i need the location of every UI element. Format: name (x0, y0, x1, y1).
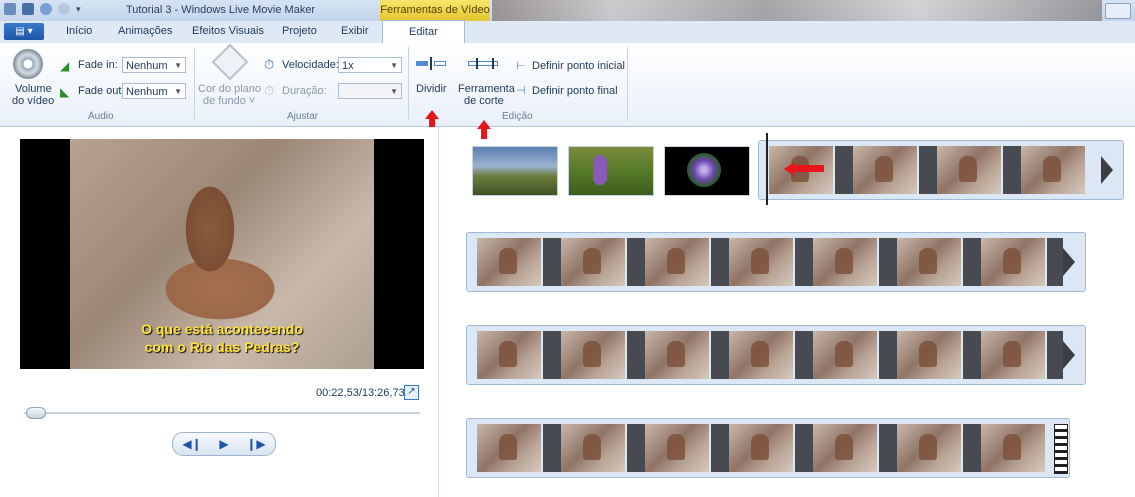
trim-tool-button[interactable]: Ferramenta (458, 83, 515, 95)
video-preview[interactable]: O que está acontecendo com o Rio das Ped… (20, 139, 424, 369)
video-caption-line1: O que está acontecendo (141, 321, 303, 337)
storyboard-video-clip[interactable] (466, 418, 1070, 478)
speed-dropdown[interactable]: 1x ▼ (338, 57, 402, 73)
timecode: 00:22,53/13:26,73 (316, 387, 405, 399)
bg-color-label-2[interactable]: de fundo ˅ (203, 95, 255, 107)
video-volume-icon[interactable] (13, 49, 43, 79)
playback-controls: ◀❙ ▶ ❙▶ (172, 432, 276, 456)
paint-bucket-icon[interactable] (211, 43, 249, 81)
tab-efeitos-visuais[interactable]: Efeitos Visuais (192, 25, 264, 37)
tab-animacoes[interactable]: Animações (118, 25, 172, 37)
seek-bar[interactable] (24, 412, 420, 414)
group-divider (194, 47, 195, 121)
group-label-adjust: Ajustar (287, 111, 319, 122)
quick-access-toolbar: ▾ (4, 3, 81, 15)
seek-thumb[interactable] (26, 407, 47, 419)
chevron-down-icon: ▼ (390, 61, 398, 70)
group-label-edit: Edição (502, 111, 533, 122)
window-title: Tutorial 3 - Windows Live Movie Maker (126, 4, 316, 16)
trim-tool-icon[interactable] (468, 58, 498, 69)
save-icon[interactable] (22, 3, 34, 15)
playhead[interactable] (766, 133, 768, 205)
set-end-point-button[interactable]: Definir ponto final (532, 85, 618, 97)
duration-icon: ⏱ (264, 83, 275, 98)
storyboard-clip-flowers-field[interactable] (568, 146, 654, 196)
popout-preview-icon[interactable]: ↗ (404, 385, 419, 400)
preview-pane: O que está acontecendo com o Rio das Ped… (0, 127, 439, 497)
redo-icon[interactable] (58, 3, 70, 15)
clip-end-marker (1054, 424, 1068, 474)
application-menu-button[interactable]: ▤ ▾ (4, 23, 44, 40)
video-volume-label-2[interactable]: do vídeo (12, 95, 54, 107)
split-button[interactable]: Dividir (416, 83, 447, 95)
set-start-point-button[interactable]: Definir ponto inicial (532, 60, 625, 72)
group-divider (408, 47, 409, 121)
set-start-point-icon: ⊢ (516, 60, 526, 72)
speed-label: Velocidade: (282, 59, 339, 71)
fade-in-label: Fade in: (78, 59, 118, 71)
duration-label: Duração: (282, 85, 327, 97)
storyboard-video-clip[interactable] (466, 325, 1086, 385)
tab-editar[interactable]: Editar (382, 20, 465, 44)
speed-icon: ⏱ (264, 57, 275, 72)
fade-out-icon: ◣ (60, 85, 70, 99)
previous-frame-icon[interactable]: ◀❙ (177, 435, 207, 453)
storyboard-video-clip[interactable] (466, 232, 1086, 292)
title-bar: ▾ Tutorial 3 - Windows Live Movie Maker … (0, 0, 1135, 22)
chevron-down-icon: ▼ (174, 61, 182, 70)
set-end-point-icon: ⊣ (516, 85, 526, 97)
fade-in-dropdown[interactable]: Nenhum ▼ (122, 57, 186, 73)
ribbon-tabs: ▤ ▾ Início Animações Efeitos Visuais Pro… (0, 20, 1135, 44)
tab-exibir[interactable]: Exibir (341, 25, 369, 37)
tab-inicio[interactable]: Início (66, 25, 92, 37)
title-background-image (492, 0, 1102, 21)
context-tab-video-tools: Ferramentas de Vídeo (380, 0, 490, 21)
group-divider (627, 47, 628, 121)
chevron-down-icon: ▼ (174, 87, 182, 96)
duration-dropdown[interactable]: ▼ (338, 83, 402, 99)
tab-projeto[interactable]: Projeto (282, 25, 317, 37)
fade-in-icon: ◢ (60, 59, 70, 73)
storyboard-clip-purple-flower[interactable] (664, 146, 750, 196)
undo-icon[interactable] (40, 3, 52, 15)
trim-tool-label-2[interactable]: de corte (464, 95, 504, 107)
storyboard-clip-landscape[interactable] (472, 146, 558, 196)
window-control-button[interactable] (1105, 3, 1131, 19)
customize-toolbar-icon[interactable]: ▾ (76, 4, 81, 15)
next-frame-icon[interactable]: ❙▶ (241, 435, 271, 453)
fade-out-label: Fade out: (78, 85, 125, 97)
fade-out-dropdown[interactable]: Nenhum ▼ (122, 83, 186, 99)
video-volume-label[interactable]: Volume (15, 83, 52, 95)
play-icon[interactable]: ▶ (209, 435, 239, 453)
split-icon[interactable] (416, 57, 446, 70)
video-caption-line2: com o Rio das Pedras? (144, 339, 300, 355)
bg-color-label[interactable]: Cor do plano (198, 83, 261, 95)
chevron-down-icon: ▼ (390, 87, 398, 96)
app-icon (4, 3, 16, 15)
group-label-audio: Áudio (88, 111, 114, 122)
ribbon-panel: Volume do vídeo ◢ Fade in: Nenhum ▼ ◣ Fad… (0, 43, 1135, 127)
